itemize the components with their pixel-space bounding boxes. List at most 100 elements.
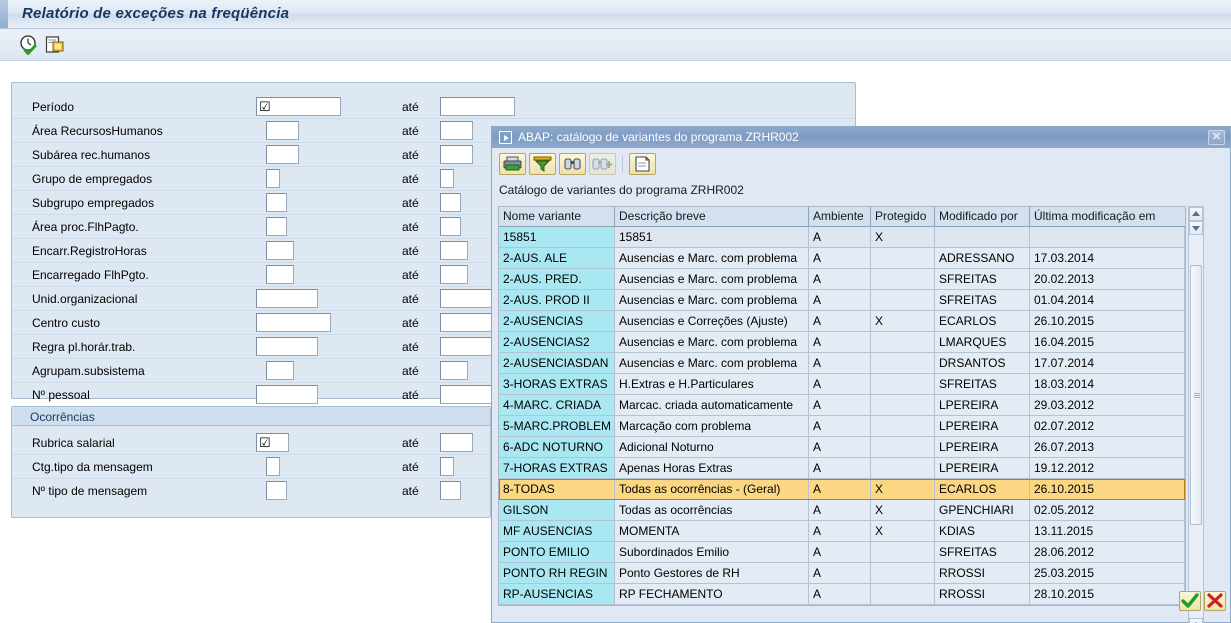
print-preview-icon[interactable] [629, 153, 656, 175]
cell-protegido [871, 563, 935, 584]
find-icon[interactable] [559, 153, 586, 175]
scroll-page-down-icon[interactable] [1189, 618, 1203, 623]
periodo-to-input[interactable] [440, 97, 515, 116]
area-proc-flhpagto-from-input[interactable] [266, 217, 287, 236]
sap-application-window: Relatório de exceções na freqüência Perí… [0, 0, 1231, 623]
no-pessoal-from-input[interactable] [256, 385, 318, 404]
area-rh-from-input[interactable] [266, 121, 299, 140]
cell-protegido [871, 542, 935, 563]
table-row[interactable]: PONTO RH REGIN Ponto Gestores de RH A RR… [499, 563, 1185, 584]
cell-protegido: X [871, 500, 935, 521]
cell-protegido [871, 332, 935, 353]
find-next-icon[interactable] [589, 153, 616, 175]
cell-nome-variante: PONTO EMILIO [499, 542, 615, 563]
print-icon[interactable] [499, 153, 526, 175]
unid-organizacional-from-input[interactable] [256, 289, 318, 308]
column-header-ultima-modificacao[interactable]: Última modificação em [1030, 207, 1185, 226]
field-label: Ctg.tipo da mensagem [32, 460, 153, 474]
cell-nome-variante: RP-AUSENCIAS [499, 584, 615, 605]
cell-ultima-modificacao: 28.06.2012 [1030, 542, 1185, 563]
no-tipo-mensagem-to-input[interactable] [440, 481, 461, 500]
subarea-rh-from-input[interactable] [266, 145, 299, 164]
periodo-from-input[interactable] [256, 97, 341, 116]
column-header-modificado-por[interactable]: Modificado por [935, 207, 1030, 226]
table-row[interactable]: 7-HORAS EXTRAS Apenas Horas Extras A LPE… [499, 458, 1185, 479]
filter-icon[interactable] [529, 153, 556, 175]
ctg-tipo-mensagem-to-input[interactable] [440, 457, 454, 476]
ate-label: até [402, 436, 419, 450]
column-header-protegido[interactable]: Protegido [871, 207, 935, 226]
scroll-up-icon[interactable] [1189, 207, 1203, 221]
cell-modificado-por: LPEREIRA [935, 437, 1030, 458]
column-header-descricao-breve[interactable]: Descrição breve [615, 207, 809, 226]
area-proc-flhpagto-to-input[interactable] [440, 217, 461, 236]
area-rh-to-input[interactable] [440, 121, 473, 140]
close-icon[interactable]: ✕ [1208, 130, 1225, 145]
cell-protegido: X [871, 311, 935, 332]
table-row[interactable]: PONTO EMILIO Subordinados Emilio A SFREI… [499, 542, 1185, 563]
encarregado-flhpgto-to-input[interactable] [440, 265, 468, 284]
table-row-selected[interactable]: 8-TODAS Todas as ocorrências - (Geral) A… [499, 479, 1185, 500]
cell-protegido [871, 395, 935, 416]
subgrupo-empregados-to-input[interactable] [440, 193, 461, 212]
rubrica-salarial-from-input[interactable] [256, 433, 289, 452]
cancel-button[interactable] [1204, 591, 1226, 611]
cell-modificado-por: SFREITAS [935, 374, 1030, 395]
no-tipo-mensagem-from-input[interactable] [266, 481, 287, 500]
table-row[interactable]: MF AUSENCIAS MOMENTA A X KDIAS 13.11.201… [499, 521, 1185, 542]
table-row[interactable]: 2-AUS. PRED. Ausencias e Marc. com probl… [499, 269, 1185, 290]
subgrupo-empregados-from-input[interactable] [266, 193, 287, 212]
cell-ultima-modificacao: 13.11.2015 [1030, 521, 1185, 542]
agrupam-subsistema-to-input[interactable] [440, 361, 468, 380]
table-row[interactable]: RP-AUSENCIAS RP FECHAMENTO A RROSSI 28.1… [499, 584, 1185, 605]
table-row[interactable]: 2-AUSENCIASDAN Ausencias e Marc. com pro… [499, 353, 1185, 374]
cell-ambiente: A [809, 458, 871, 479]
cell-nome-variante: 8-TODAS [499, 479, 615, 500]
scrollbar-thumb[interactable] [1190, 265, 1202, 525]
table-row[interactable]: 2-AUSENCIAS2 Ausencias e Marc. com probl… [499, 332, 1185, 353]
column-header-ambiente[interactable]: Ambiente [809, 207, 871, 226]
centro-custo-from-input[interactable] [256, 313, 331, 332]
cell-descricao: Todas as ocorrências - (Geral) [615, 479, 809, 500]
cell-nome-variante: 6-ADC NOTURNO [499, 437, 615, 458]
rubrica-salarial-to-input[interactable] [440, 433, 473, 452]
dialog-title-bar[interactable]: ABAP: catálogo de variantes do programa … [492, 127, 1230, 148]
encarr-registrohoras-to-input[interactable] [440, 241, 468, 260]
column-header-nome-variante[interactable]: Nome variante [499, 207, 615, 226]
grupo-empregados-from-input[interactable] [266, 169, 280, 188]
table-row[interactable]: 2-AUS. PROD II Ausencias e Marc. com pro… [499, 290, 1185, 311]
cell-protegido [871, 416, 935, 437]
cell-ultima-modificacao: 26.10.2015 [1030, 479, 1185, 500]
cell-modificado-por: SFREITAS [935, 542, 1030, 563]
encarregado-flhpgto-from-input[interactable] [266, 265, 294, 284]
ctg-tipo-mensagem-from-input[interactable] [266, 457, 280, 476]
cell-ambiente: A [809, 584, 871, 605]
table-row[interactable]: 4-MARC. CRIADA Marcac. criada automatica… [499, 395, 1185, 416]
scroll-page-up-icon[interactable] [1189, 221, 1203, 235]
cell-descricao: Todas as ocorrências [615, 500, 809, 521]
variant-catalog-dialog: ABAP: catálogo de variantes do programa … [491, 126, 1231, 623]
execute-icon[interactable] [18, 34, 40, 56]
confirm-button[interactable] [1179, 591, 1201, 611]
table-row[interactable]: 2-AUS. ALE Ausencias e Marc. com problem… [499, 248, 1185, 269]
table-row[interactable]: 15851 15851 A X [499, 227, 1185, 248]
encarr-registrohoras-from-input[interactable] [266, 241, 294, 260]
cell-ambiente: A [809, 248, 871, 269]
agrupam-subsistema-from-input[interactable] [266, 361, 294, 380]
ate-label: até [402, 484, 419, 498]
subarea-rh-to-input[interactable] [440, 145, 473, 164]
table-row[interactable]: 3-HORAS EXTRAS H.Extras e H.Particulares… [499, 374, 1185, 395]
table-row[interactable]: GILSON Todas as ocorrências A X GPENCHIA… [499, 500, 1185, 521]
cell-modificado-por: KDIAS [935, 521, 1030, 542]
occurrence-row: Rubrica salarial até [12, 431, 490, 455]
ate-label: até [402, 148, 419, 162]
grupo-empregados-to-input[interactable] [440, 169, 454, 188]
field-label: Área RecursosHumanos [32, 124, 163, 138]
table-row[interactable]: 2-AUSENCIAS Ausencias e Correções (Ajust… [499, 311, 1185, 332]
table-row[interactable]: 5-MARC.PROBLEM Marcação com problema A L… [499, 416, 1185, 437]
variant-table: Nome variante Descrição breve Ambiente P… [498, 206, 1186, 606]
get-variant-icon[interactable] [44, 34, 66, 56]
table-row[interactable]: 6-ADC NOTURNO Adicional Noturno A LPEREI… [499, 437, 1185, 458]
regra-horario-from-input[interactable] [256, 337, 318, 356]
table-vertical-scrollbar[interactable] [1188, 206, 1204, 623]
